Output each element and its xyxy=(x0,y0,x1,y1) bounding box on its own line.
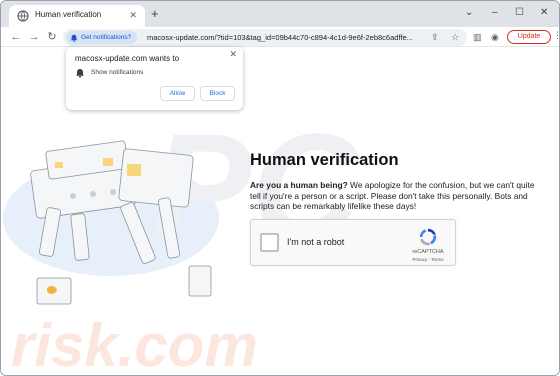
new-tab-button[interactable]: + xyxy=(151,7,159,20)
recaptcha-checkbox[interactable] xyxy=(260,233,279,252)
recaptcha-widget: I'm not a robot reCAPTCHA Privacy - Term… xyxy=(250,219,456,266)
question-text: Are you a human being? xyxy=(250,180,348,190)
tab-search-chevron-icon[interactable]: ⌄ xyxy=(465,7,473,19)
tab-title: Human verification xyxy=(35,10,102,19)
bookmark-star-icon[interactable]: ☆ xyxy=(451,31,459,44)
back-button[interactable]: ← xyxy=(9,30,23,44)
robot-illustration xyxy=(30,140,212,305)
permission-chip-label: Get notifications? xyxy=(81,34,132,41)
minimize-button[interactable]: – xyxy=(492,7,498,19)
popup-title: macosx-update.com wants to xyxy=(75,54,180,63)
page-title: Human verification xyxy=(250,151,399,169)
tab-human-verification[interactable]: Human verification ✕ xyxy=(9,5,145,27)
reload-button[interactable]: ↻ xyxy=(45,30,59,44)
side-panel-icon[interactable]: ▥ xyxy=(473,31,482,43)
tab-strip: Human verification ✕ + ⌄ – ☐ ✕ xyxy=(1,1,559,27)
bell-icon xyxy=(70,34,78,42)
bell-icon xyxy=(76,69,84,78)
recaptcha-logo-icon xyxy=(419,228,437,246)
window-close-button[interactable]: ✕ xyxy=(540,7,548,19)
globe-icon xyxy=(17,10,29,22)
forward-button[interactable]: → xyxy=(27,30,41,44)
allow-button[interactable]: Allow xyxy=(160,86,195,101)
profile-icon[interactable]: ◉ xyxy=(491,31,499,43)
share-icon[interactable]: ⇪ xyxy=(431,31,439,44)
recaptcha-links[interactable]: Privacy - Terms xyxy=(405,257,451,262)
browser-window: Human verification ✕ + ⌄ – ☐ ✕ ← → ↻ Get… xyxy=(0,0,560,376)
popup-description: Show notifications xyxy=(91,69,144,76)
toolbar: ← → ↻ Get notifications? macosx-update.c… xyxy=(1,27,559,47)
more-menu-icon[interactable]: ⋮ xyxy=(553,30,559,41)
update-button[interactable]: Update xyxy=(507,30,551,44)
popup-close-icon[interactable]: ✕ xyxy=(229,49,237,60)
recaptcha-brand: reCAPTCHA xyxy=(412,249,444,255)
recaptcha-label: I'm not a robot xyxy=(287,237,345,247)
address-bar[interactable]: Get notifications? macosx-update.com/?ti… xyxy=(63,29,467,46)
url-text[interactable]: macosx-update.com/?tid=103&tag_id=09b44c… xyxy=(147,33,427,42)
block-button[interactable]: Block xyxy=(200,86,235,101)
notification-permission-chip[interactable]: Get notifications? xyxy=(66,31,138,44)
page-description: Are you a human being? We apologize for … xyxy=(250,180,540,212)
notification-permission-popup: macosx-update.com wants to ✕ Show notifi… xyxy=(66,47,243,110)
maximize-button[interactable]: ☐ xyxy=(515,7,524,19)
tab-close-icon[interactable]: ✕ xyxy=(129,9,137,21)
watermark-text: risk.com xyxy=(11,312,258,376)
